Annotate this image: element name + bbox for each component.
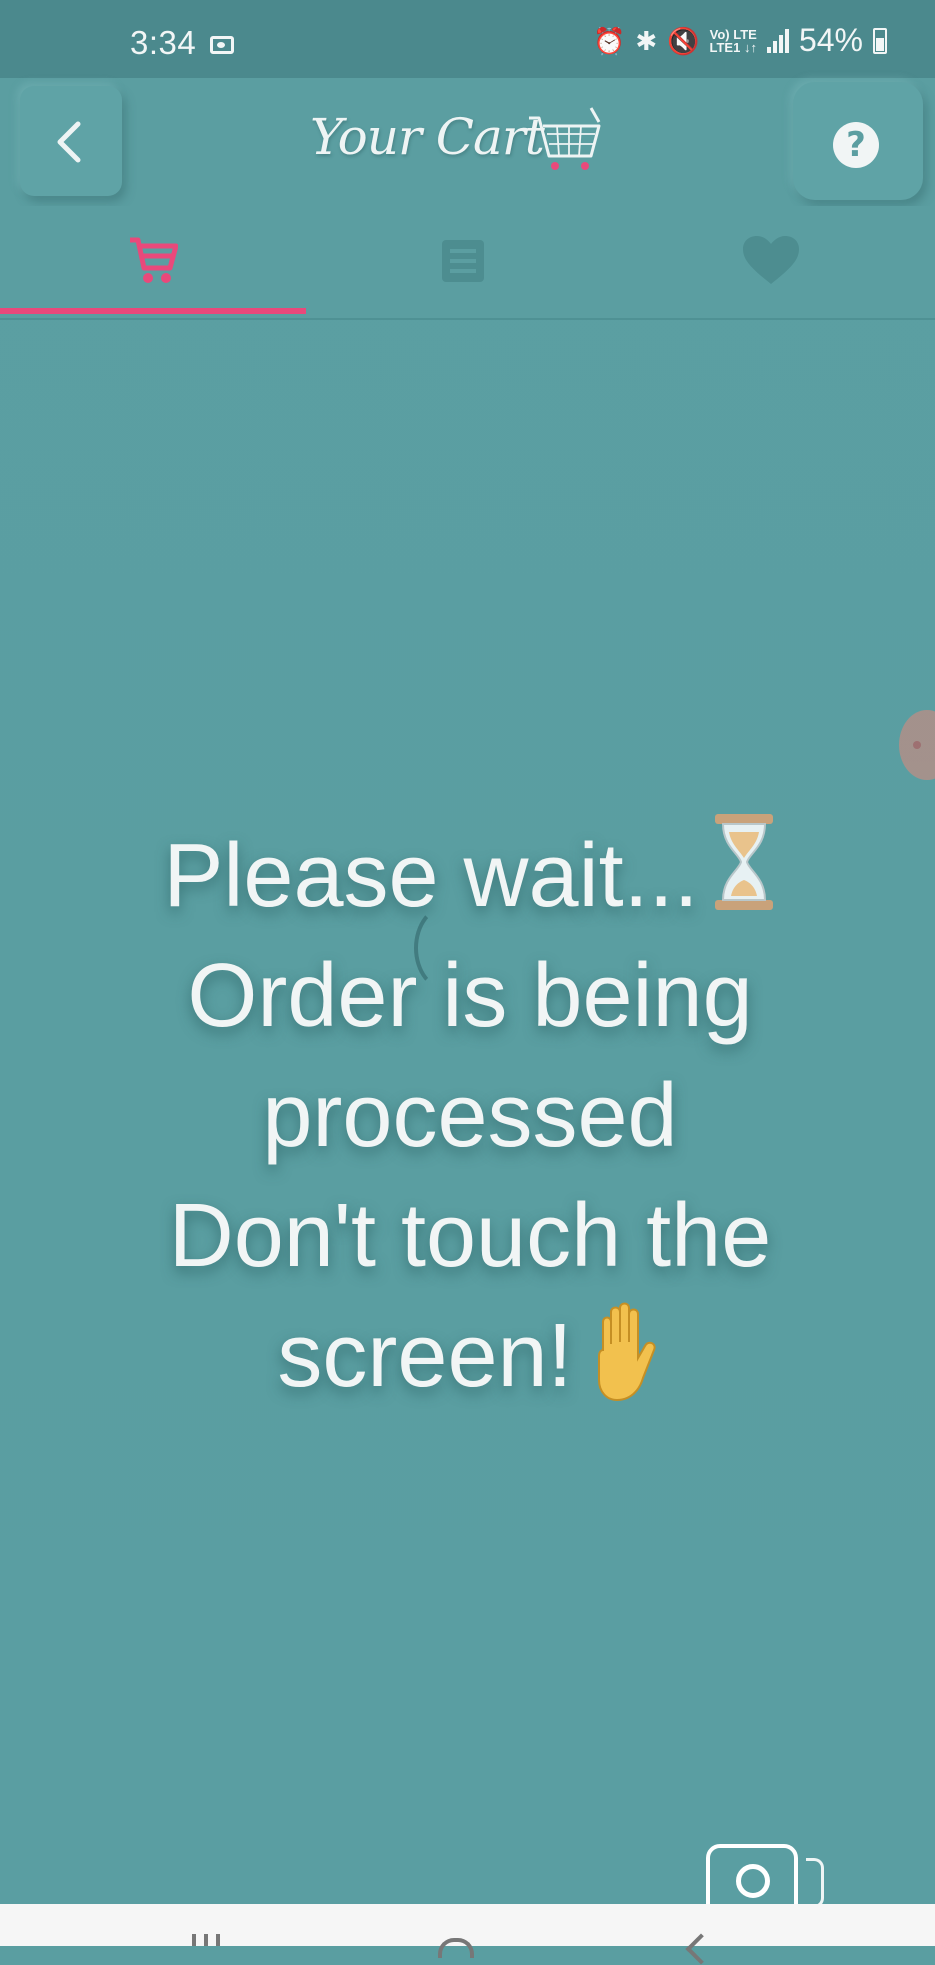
active-tab-indicator xyxy=(0,308,306,314)
status-bar: 3:34 ⏰ ✱ 🔇 Vo) LTE LTE1 ↓↑ 54% xyxy=(0,0,935,78)
tab-bar xyxy=(0,206,935,320)
tab-favorites[interactable] xyxy=(623,206,934,318)
message-line-2: Order is being xyxy=(187,946,753,1046)
network-line-2: LTE1 ↓↑ xyxy=(709,39,757,55)
network-type: Vo) LTE LTE1 ↓↑ xyxy=(710,28,757,54)
floating-bubble[interactable] xyxy=(899,710,935,780)
nav-back-button[interactable] xyxy=(685,1933,717,1965)
signal-icon xyxy=(766,28,789,53)
message-line-4: Don't touch the xyxy=(168,1186,772,1286)
message-line-1: Please wait... xyxy=(60,812,880,936)
app-header: Your Cart ? xyxy=(0,78,935,206)
message-line-5: screen! xyxy=(60,1296,880,1416)
status-icons: ⏰ ✱ 🔇 Vo) LTE LTE1 ↓↑ 54% xyxy=(593,22,887,59)
cart-logo-icon xyxy=(529,107,601,170)
capture-side-handle[interactable] xyxy=(806,1858,824,1908)
screen: 3:34 ⏰ ✱ 🔇 Vo) LTE LTE1 ↓↑ 54% Your Cart… xyxy=(0,0,935,1965)
recent-apps-button[interactable] xyxy=(192,1934,220,1946)
heart-icon xyxy=(743,236,799,284)
help-button[interactable]: ? xyxy=(793,82,923,200)
back-button[interactable] xyxy=(20,86,122,196)
hourglass-icon xyxy=(714,814,773,910)
system-nav-bar xyxy=(0,1904,935,1965)
alarm-icon: ⏰ xyxy=(592,25,626,56)
home-button[interactable] xyxy=(438,1938,474,1958)
tab-cart[interactable] xyxy=(0,206,311,318)
chevron-left-icon xyxy=(57,121,81,163)
battery-percent: 54% xyxy=(798,22,863,58)
screen-record-icon xyxy=(210,36,234,54)
battery-icon xyxy=(873,27,887,54)
tab-orders[interactable] xyxy=(312,206,623,318)
mute-icon: 🔇 xyxy=(667,25,700,56)
network-line-1: Vo) LTE xyxy=(709,26,757,42)
list-icon xyxy=(442,240,484,282)
bluetooth-icon: ✱ xyxy=(635,25,658,56)
cart-icon xyxy=(130,237,178,283)
raised-hand-icon xyxy=(597,1302,656,1402)
page-title: Your Cart xyxy=(310,108,545,166)
help-icon: ? xyxy=(833,122,879,168)
message-line-5-text: screen! xyxy=(277,1306,573,1406)
message-line-1-text: Please wait... xyxy=(163,826,699,926)
processing-message: Please wait... Order is being processed … xyxy=(60,812,880,1416)
message-line-3: processed xyxy=(262,1066,678,1166)
status-time: 3:34 xyxy=(130,24,197,61)
